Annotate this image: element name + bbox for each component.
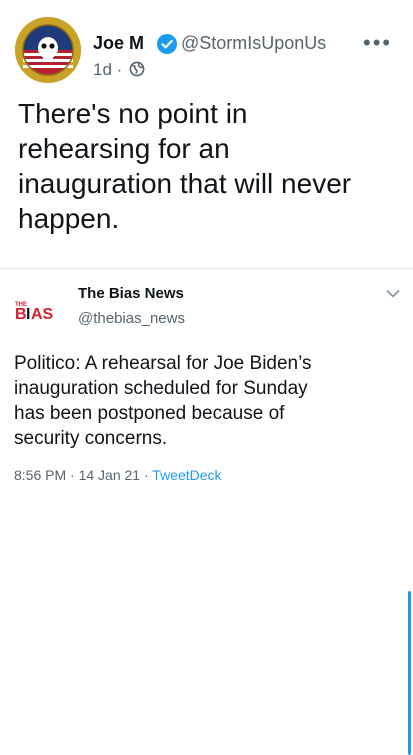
source-link[interactable]: TweetDeck — [152, 467, 221, 483]
tweet-text: There's no point in rehearsing for an in… — [18, 98, 352, 234]
author-name[interactable]: Joe M — [93, 33, 144, 54]
author-handle[interactable]: @StormIsUponUs — [181, 33, 326, 54]
tweet: Joe M @StormIsUponUs ••• 1d · There's no… — [0, 0, 413, 268]
avatar[interactable] — [15, 17, 81, 83]
bias-news-logo[interactable]: THE B I AS — [14, 296, 68, 322]
meta-separator: · — [70, 467, 75, 483]
quoted-date[interactable]: 14 Jan 21 — [79, 467, 141, 483]
globe-icon — [129, 61, 145, 77]
quoted-time[interactable]: 8:56 PM — [14, 467, 66, 483]
more-icon[interactable]: ••• — [363, 30, 392, 56]
scrollbar[interactable] — [408, 591, 411, 755]
quoted-tweet-text: Politico: A rehearsal for Joe Biden’s in… — [14, 353, 312, 449]
chevron-down-icon[interactable] — [386, 289, 400, 299]
verified-badge-icon — [157, 34, 177, 54]
quoted-tweet-meta: 8:56 PM · 14 Jan 21 · TweetDeck — [14, 467, 222, 483]
quoted-tweet[interactable]: THE B I AS The Bias News @thebias_news P… — [0, 268, 413, 755]
meta-separator: · — [143, 467, 149, 483]
quoted-author-handle[interactable]: @thebias_news — [78, 310, 185, 327]
quoted-author-name[interactable]: The Bias News — [78, 285, 184, 302]
tweet-separator: · — [116, 60, 123, 79]
avatar-emblem-icon — [15, 17, 81, 83]
tweet-age: 1d — [93, 60, 112, 79]
svg-text:I: I — [26, 306, 30, 322]
svg-text:B: B — [15, 306, 27, 322]
tweet-timestamp[interactable]: 1d · — [93, 60, 122, 80]
svg-text:AS: AS — [31, 306, 54, 322]
